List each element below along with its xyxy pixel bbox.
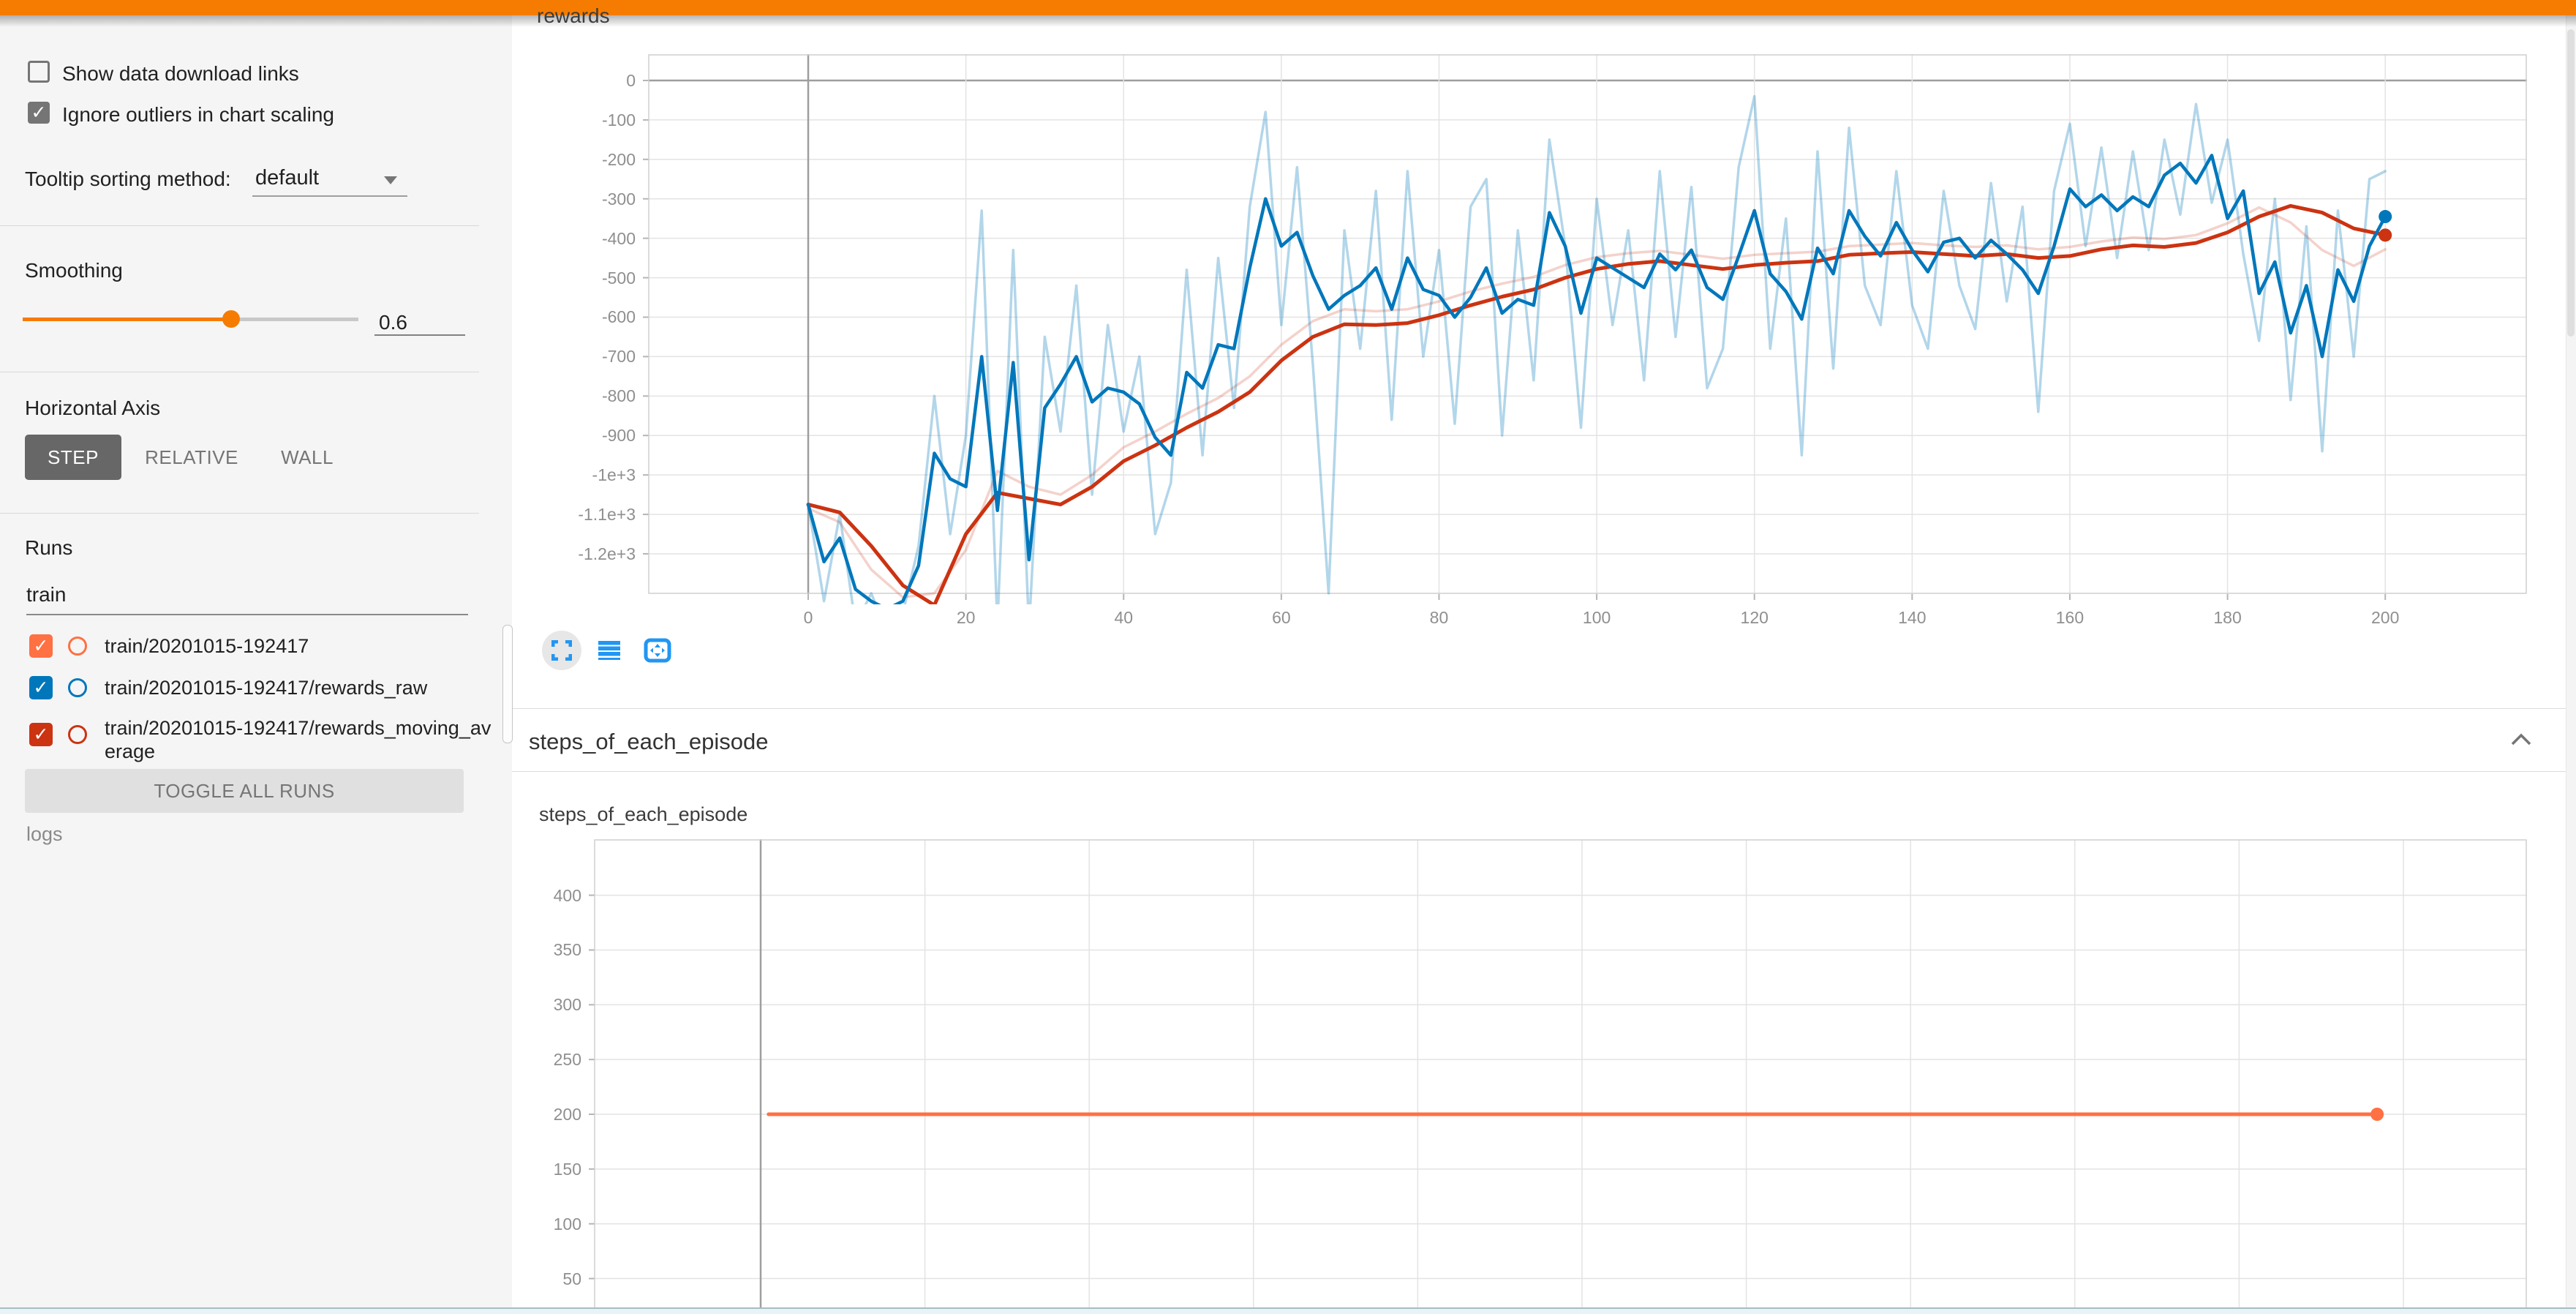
run2-label[interactable]: train/20201015-192417/rewards_raw (105, 676, 500, 699)
series-endpoint-dot[interactable] (2379, 228, 2392, 241)
run1-label[interactable]: train/20201015-192417 (105, 634, 500, 658)
y-tick-label: 0 (533, 70, 636, 91)
toggle-y-axis-icon[interactable] (598, 641, 620, 660)
series-endpoint-dot[interactable] (2370, 1108, 2384, 1121)
x-tick-label: 140 (1861, 607, 1963, 628)
tooltip-sorting-value[interactable]: default (255, 166, 319, 190)
axis-relative-button[interactable]: RELATIVE (148, 435, 236, 480)
settings-sidebar: Show data download links ✓ Ignore outlie… (0, 15, 512, 1314)
run3-label[interactable]: train/20201015-192417/rewards_moving_ave… (105, 716, 500, 763)
horizontal-axis-label: Horizontal Axis (25, 397, 160, 420)
run1-color-ring-icon[interactable] (68, 637, 87, 656)
y-tick-label: -700 (533, 346, 636, 367)
y-tick-label: -600 (533, 307, 636, 327)
x-tick-label: 60 (1230, 607, 1333, 628)
run2-checkbox[interactable]: ✓ (29, 676, 53, 699)
smoothing-slider-track-filled[interactable] (23, 318, 231, 321)
show-download-links-label[interactable]: Show data download links (62, 62, 299, 86)
run-filter-input[interactable]: train (26, 583, 66, 607)
run-row-3[interactable]: ✓ (29, 723, 53, 746)
tooltip-sorting-label: Tooltip sorting method: (25, 168, 231, 191)
smoothing-slider-knob[interactable] (222, 310, 240, 328)
toggle-all-runs-button[interactable]: TOGGLE ALL RUNS (25, 769, 464, 813)
y-tick-label: -1.1e+3 (533, 504, 636, 525)
divider (0, 225, 479, 226)
bottom-edge-strip (0, 1307, 2576, 1314)
y-tick-label: -400 (533, 228, 636, 249)
x-tick-label: 180 (2177, 607, 2279, 628)
y-tick-label: -1e+3 (533, 465, 636, 485)
y-tick-label: -100 (533, 110, 636, 130)
smoothing-value-input[interactable]: 0.6 (374, 298, 465, 336)
checkbox-checked-icon[interactable]: ✓ (28, 102, 50, 124)
section-divider (512, 771, 2576, 772)
runs-label: Runs (25, 536, 72, 560)
y-tick-label: -200 (533, 149, 636, 170)
checkbox-unchecked-icon[interactable] (28, 61, 50, 83)
x-tick-label: 40 (1072, 607, 1175, 628)
run3-color-ring-icon[interactable] (68, 725, 87, 744)
x-tick-label: 160 (2019, 607, 2121, 628)
y-tick-label: -800 (533, 386, 636, 406)
run2-color-ring-icon[interactable] (68, 678, 87, 697)
smoothing-label: Smoothing (25, 259, 123, 282)
divider (0, 513, 479, 514)
section-header-title[interactable]: steps_of_each_episode (529, 729, 768, 755)
axis-wall-button[interactable]: WALL (278, 435, 336, 480)
x-tick-label: 20 (915, 607, 1017, 628)
y-tick-label: -300 (533, 189, 636, 209)
y-tick-label: -500 (533, 268, 636, 288)
show-download-links-checkbox[interactable] (28, 61, 50, 83)
ignore-outliers-label[interactable]: Ignore outliers in chart scaling (62, 103, 334, 127)
logdir-label: logs (26, 823, 63, 846)
tensorboard-header-bar (0, 0, 2576, 15)
expand-chart-icon[interactable] (551, 640, 572, 661)
steps-chart-title: steps_of_each_episode (539, 803, 747, 826)
rewards-line-chart[interactable] (641, 54, 2527, 604)
fit-domain-icon[interactable] (644, 638, 671, 663)
collapse-section-chevron-icon[interactable] (2510, 733, 2532, 746)
page-scrollbar-thumb[interactable] (2567, 29, 2575, 337)
x-tick-label: 100 (1545, 607, 1648, 628)
x-tick-label: 0 (757, 607, 859, 628)
run-row-2[interactable]: ✓ (29, 676, 53, 699)
y-tick-label: -900 (533, 425, 636, 446)
tooltip-sorting-select[interactable]: default (252, 162, 407, 197)
run1-checkbox[interactable]: ✓ (29, 634, 53, 658)
x-tick-label: 200 (2334, 607, 2436, 628)
x-tick-label: 80 (1387, 607, 1490, 628)
x-tick-label: 120 (1703, 607, 1806, 628)
run-row-1[interactable]: ✓ (29, 634, 53, 658)
y-tick-label: -1.2e+3 (533, 544, 636, 564)
dropdown-arrow-icon[interactable] (384, 176, 397, 184)
series-endpoint-dot[interactable] (2379, 210, 2392, 223)
sidebar-scrollbar-thumb[interactable] (502, 625, 513, 743)
rewards-chart-title: rewards (537, 4, 610, 28)
smoothing-slider-track[interactable] (231, 318, 358, 321)
axis-step-button[interactable]: STEP (25, 435, 121, 480)
run3-checkbox[interactable]: ✓ (29, 723, 53, 746)
section-divider (512, 708, 2576, 709)
steps-line-chart[interactable] (587, 839, 2527, 1314)
run-filter-underline (26, 614, 468, 615)
ignore-outliers-checkbox[interactable]: ✓ (28, 102, 50, 124)
